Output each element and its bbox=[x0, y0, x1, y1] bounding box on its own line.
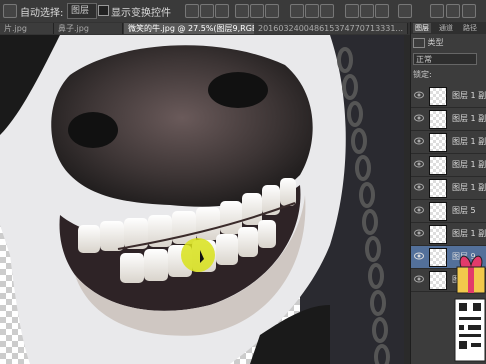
layer-row[interactable]: 图层 1 副 bbox=[411, 154, 486, 177]
visibility-eye-icon[interactable] bbox=[414, 114, 424, 122]
align-left-icon[interactable] bbox=[235, 4, 249, 18]
auto-select-dropdown[interactable]: 图层 bbox=[67, 3, 97, 19]
align-middle-icon[interactable] bbox=[200, 4, 214, 18]
doc-tab-1[interactable]: 片.jpg bbox=[0, 23, 54, 34]
layer-name: 图层 1 副 bbox=[452, 160, 486, 169]
distribute-right-icon[interactable] bbox=[375, 4, 389, 18]
show-transform-label: 显示变换控件 bbox=[111, 8, 171, 19]
gift-box-sticker bbox=[454, 255, 486, 362]
layer-thumbnail bbox=[429, 225, 447, 244]
brush-cursor-icon bbox=[181, 238, 215, 272]
layer-thumbnail bbox=[429, 87, 447, 106]
visibility-eye-icon[interactable] bbox=[414, 91, 424, 99]
layer-row[interactable]: 图层 1 副 bbox=[411, 108, 486, 131]
visibility-eye-icon[interactable] bbox=[414, 137, 424, 145]
visibility-eye-icon[interactable] bbox=[414, 160, 424, 168]
layer-name: 图层 1 副 bbox=[452, 137, 486, 146]
layer-row[interactable]: 图层 1 副 bbox=[411, 85, 486, 108]
doc-tab-2[interactable]: 鼻子.jpg bbox=[54, 23, 123, 34]
auto-select-label: 自动选择: bbox=[20, 8, 64, 19]
distribute-bottom-icon[interactable] bbox=[320, 4, 334, 18]
panel-tabs: 图层 通道 路径 bbox=[411, 22, 486, 34]
layer-row[interactable]: 图层 1 副 bbox=[411, 131, 486, 154]
visibility-eye-icon[interactable] bbox=[414, 252, 424, 260]
visibility-eye-icon[interactable] bbox=[414, 229, 424, 237]
visibility-eye-icon[interactable] bbox=[414, 206, 424, 214]
layer-name: 图层 1 副 bbox=[452, 91, 486, 100]
layer-thumbnail bbox=[429, 156, 447, 175]
doc-tab-4[interactable]: 201603240048615374770713331... bbox=[254, 23, 408, 34]
align-center-icon[interactable] bbox=[250, 4, 264, 18]
lock-row: 锁定: bbox=[413, 69, 485, 81]
align-right-icon[interactable] bbox=[265, 4, 279, 18]
visibility-eye-icon[interactable] bbox=[414, 183, 424, 191]
layer-thumbnail bbox=[429, 271, 447, 290]
layer-name: 图层 1 副 bbox=[452, 183, 486, 192]
layer-thumbnail bbox=[429, 179, 447, 198]
show-transform-checkbox[interactable] bbox=[98, 5, 109, 16]
layer-row[interactable]: 图层 5 bbox=[411, 200, 486, 223]
align-top-icon[interactable] bbox=[185, 4, 199, 18]
distribute-middle-icon[interactable] bbox=[305, 4, 319, 18]
layer-thumbnail bbox=[429, 110, 447, 129]
move-tool-icon[interactable] bbox=[3, 4, 17, 18]
filter-search-icon[interactable] bbox=[413, 37, 425, 48]
distribute-top-icon[interactable] bbox=[290, 4, 304, 18]
auto-align-icon[interactable] bbox=[398, 4, 412, 18]
layer-thumbnail bbox=[429, 202, 447, 221]
layer-row[interactable]: 图层 1 副 bbox=[411, 177, 486, 200]
3d-rotate-icon[interactable] bbox=[446, 4, 460, 18]
distribute-left-icon[interactable] bbox=[345, 4, 359, 18]
distribute-center-icon[interactable] bbox=[360, 4, 374, 18]
cow-photo bbox=[0, 35, 410, 364]
layer-thumbnail bbox=[429, 133, 447, 152]
3d-mode-icon[interactable] bbox=[430, 4, 444, 18]
layer-thumbnail bbox=[429, 248, 447, 267]
layer-kind-select[interactable]: 类型 bbox=[428, 38, 444, 47]
blend-row: 正常 bbox=[413, 53, 485, 65]
layer-name: 图层 1 副 bbox=[452, 114, 486, 123]
document-tabbar: 片.jpg 鼻子.jpg 微笑的牛.jpg @ 27.5%(图层9,RGB/8)… bbox=[0, 22, 410, 36]
options-bar: 自动选择: 图层 显示变换控件 bbox=[0, 0, 486, 23]
align-bottom-icon[interactable] bbox=[215, 4, 229, 18]
tab-paths[interactable]: 路径 bbox=[461, 23, 479, 33]
3d-pan-icon[interactable] bbox=[462, 4, 476, 18]
visibility-eye-icon[interactable] bbox=[414, 275, 424, 283]
blend-mode-select[interactable]: 正常 bbox=[413, 53, 477, 65]
lock-label: 锁定: bbox=[413, 70, 432, 79]
document-canvas[interactable] bbox=[0, 35, 410, 364]
layer-name: 图层 5 bbox=[452, 206, 476, 215]
layer-filter-row: 类型 bbox=[413, 37, 485, 49]
layers-panel: 图层 通道 路径 类型 正常 锁定: 图层 1 副 图层 1 副 图层 1 副 … bbox=[410, 22, 486, 364]
doc-tab-active[interactable]: 微笑的牛.jpg @ 27.5%(图层9,RGB/8) bbox=[124, 23, 257, 34]
tab-channels[interactable]: 通道 bbox=[437, 23, 455, 33]
tab-layers[interactable]: 图层 bbox=[413, 23, 431, 33]
